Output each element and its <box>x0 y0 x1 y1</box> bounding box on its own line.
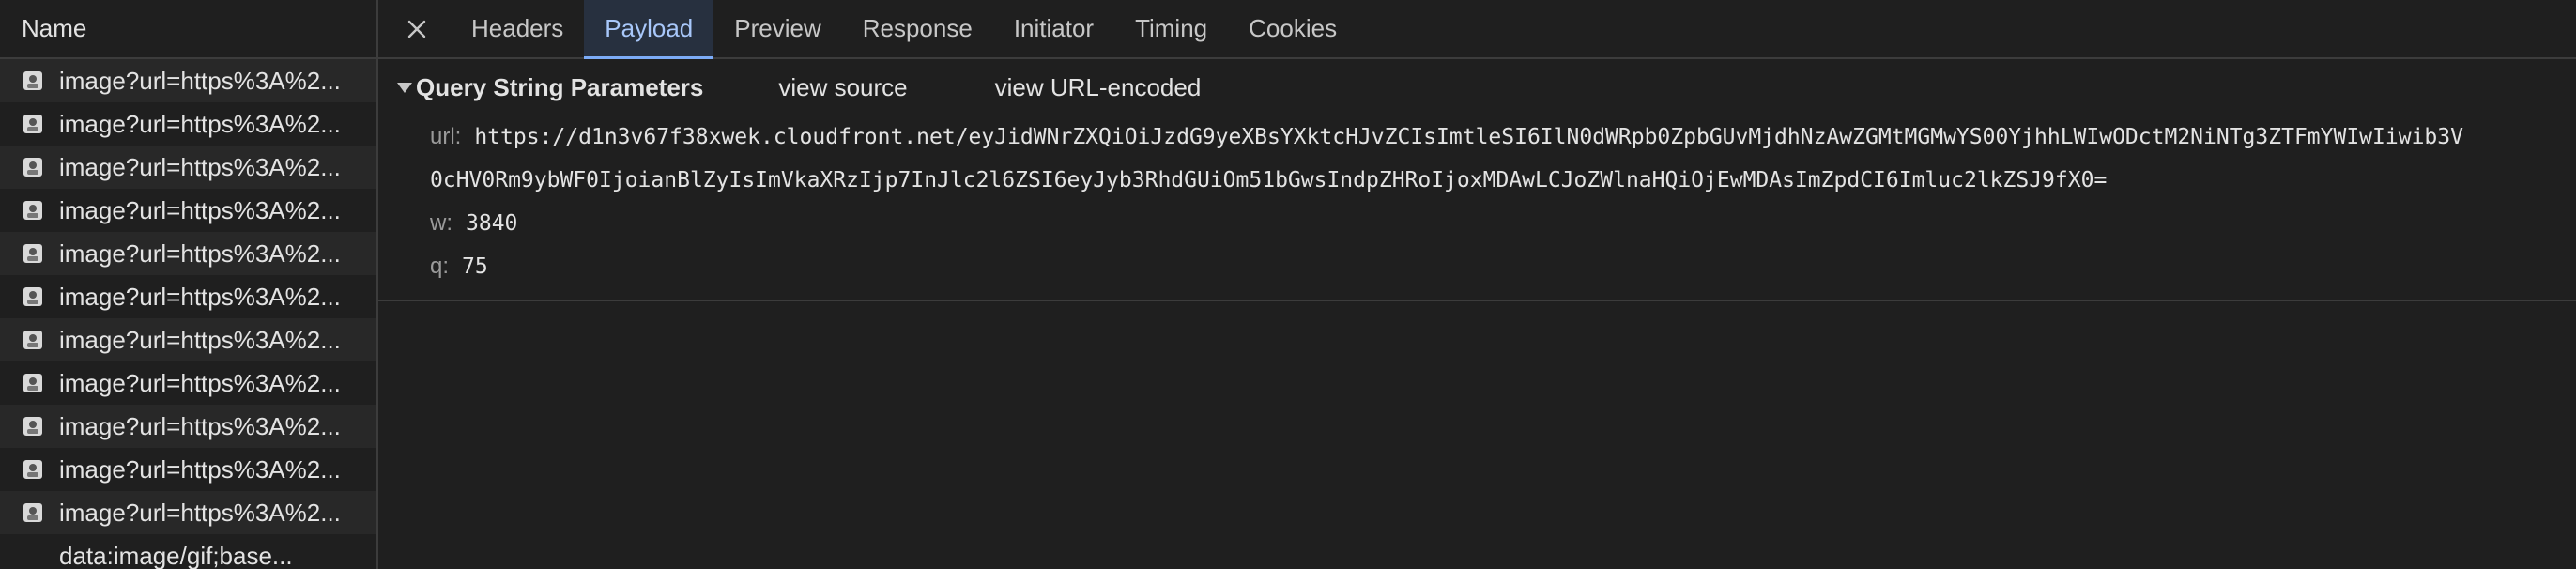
name-column-label: Name <box>22 14 87 42</box>
image-thumbnail-icon <box>23 70 43 91</box>
request-name: image?url=https%3A%2... <box>59 66 341 95</box>
param-value: https://d1n3v67f38xwek.cloudfront.net/ey… <box>474 125 2463 149</box>
tab-preview[interactable]: Preview <box>713 0 841 57</box>
image-thumbnail-icon <box>23 286 43 307</box>
request-name: image?url=https%3A%2... <box>59 498 341 527</box>
param-value-continuation: 0cHV0Rm9ybWF0IjoianBlZyIsImVkaXRzIjp7InJ… <box>430 168 2108 192</box>
request-list: Name image?url=https%3A%2... image?url=ht… <box>0 0 378 569</box>
tab-initiator[interactable]: Initiator <box>993 0 1114 57</box>
request-row[interactable]: data:image/gif;base... <box>0 534 376 569</box>
request-name: data:image/gif;base... <box>59 541 293 569</box>
tab-headers[interactable]: Headers <box>451 0 584 57</box>
devtools-network-panel: Name image?url=https%3A%2... image?url=ht… <box>0 0 2576 569</box>
tab-payload[interactable]: Payload <box>584 0 714 59</box>
image-thumbnail-icon <box>23 373 43 393</box>
request-detail-pane: Headers Payload Preview Response Initiat… <box>378 0 2576 569</box>
request-rows: image?url=https%3A%2... image?url=https%3… <box>0 59 376 569</box>
param-key: url: <box>430 124 462 149</box>
view-url-encoded-link[interactable]: view URL-encoded <box>995 73 1202 102</box>
param-q: q: 75 <box>378 245 2576 288</box>
view-source-link[interactable]: view source <box>778 73 907 102</box>
request-name: image?url=https%3A%2... <box>59 238 341 268</box>
request-row[interactable]: image?url=https%3A%2... <box>0 59 376 102</box>
request-name: image?url=https%3A%2... <box>59 282 341 311</box>
request-name: image?url=https%3A%2... <box>59 109 341 138</box>
request-row[interactable]: image?url=https%3A%2... <box>0 318 376 361</box>
close-icon <box>407 20 426 38</box>
param-url: url: https://d1n3v67f38xwek.cloudfront.n… <box>378 115 2576 159</box>
request-row[interactable]: image?url=https%3A%2... <box>0 102 376 146</box>
tab-response[interactable]: Response <box>842 0 993 57</box>
param-key: w: <box>430 210 452 236</box>
image-thumbnail-icon <box>23 416 43 437</box>
request-name: image?url=https%3A%2... <box>59 325 341 354</box>
request-row[interactable]: image?url=https%3A%2... <box>0 189 376 232</box>
close-detail-button[interactable] <box>397 0 437 57</box>
image-thumbnail-icon <box>23 200 43 221</box>
request-row[interactable]: image?url=https%3A%2... <box>0 275 376 318</box>
expand-triangle-icon[interactable] <box>397 82 412 93</box>
query-string-section: Query String Parameters view source view… <box>378 59 2576 301</box>
name-column-header[interactable]: Name <box>0 0 376 59</box>
image-thumbnail-icon <box>23 502 43 523</box>
section-title[interactable]: Query String Parameters <box>416 73 703 102</box>
param-value: 75 <box>462 254 488 279</box>
image-thumbnail-icon <box>23 157 43 177</box>
request-name: image?url=https%3A%2... <box>59 454 341 484</box>
request-name: image?url=https%3A%2... <box>59 411 341 440</box>
request-row[interactable]: image?url=https%3A%2... <box>0 146 376 189</box>
image-thumbnail-icon <box>23 459 43 480</box>
request-name: image?url=https%3A%2... <box>59 368 341 397</box>
request-row[interactable]: image?url=https%3A%2... <box>0 491 376 534</box>
image-thumbnail-icon <box>23 114 43 134</box>
request-name: image?url=https%3A%2... <box>59 152 341 181</box>
request-row[interactable]: image?url=https%3A%2... <box>0 361 376 405</box>
param-key: q: <box>430 254 450 279</box>
tab-cookies[interactable]: Cookies <box>1228 0 1357 57</box>
param-value: 3840 <box>466 211 518 236</box>
request-row[interactable]: image?url=https%3A%2... <box>0 232 376 275</box>
image-thumbnail-icon <box>23 243 43 264</box>
request-name: image?url=https%3A%2... <box>59 195 341 224</box>
tab-timing[interactable]: Timing <box>1114 0 1228 57</box>
image-thumbnail-icon <box>23 330 43 350</box>
query-string-header: Query String Parameters view source view… <box>378 59 2576 115</box>
detail-tabbar: Headers Payload Preview Response Initiat… <box>378 0 2576 59</box>
param-w: w: 3840 <box>378 202 2576 245</box>
request-row[interactable]: image?url=https%3A%2... <box>0 405 376 448</box>
request-row[interactable]: image?url=https%3A%2... <box>0 448 376 491</box>
